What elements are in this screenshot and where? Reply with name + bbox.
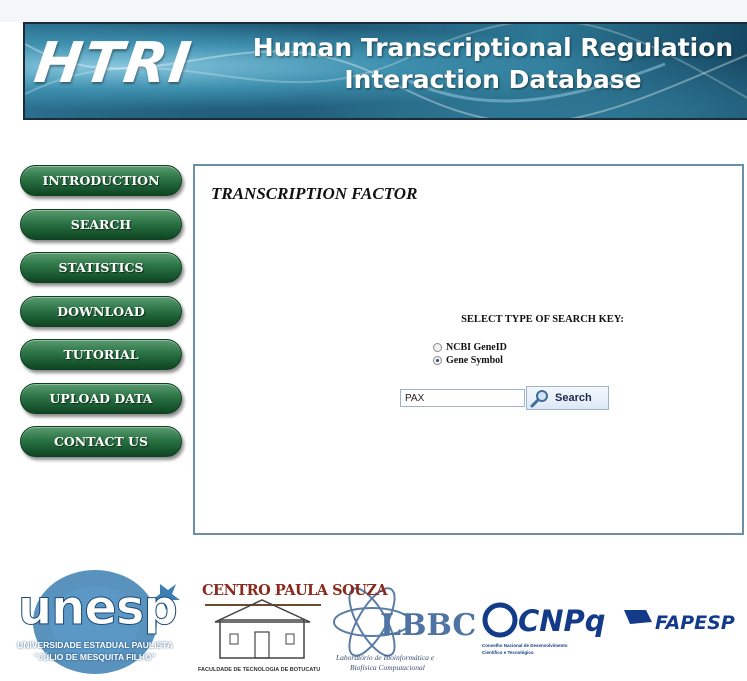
site-title: Human Transcriptional Regulation Interac…	[252, 33, 734, 94]
option-label: Gene Symbol	[446, 355, 503, 366]
sidebar-nav: INTRODUCTION SEARCH STATISTICS DOWNLOAD …	[20, 165, 184, 470]
nav-download-button[interactable]: DOWNLOAD	[20, 295, 182, 327]
nav-contact-us-button[interactable]: CONTACT US	[20, 426, 182, 457]
radio-ncbi-geneid[interactable]	[433, 343, 442, 352]
fapesp-logo: FAPESP	[655, 612, 735, 634]
cnpq-sub2: Científico e Tecnológico	[482, 650, 534, 655]
nav-introduction-button[interactable]: INTRODUCTION	[20, 165, 182, 196]
option-ncbi-geneid[interactable]: NCBI GeneID	[433, 342, 507, 353]
unesp-name-line2: "JÚLIO DE MESQUITA FILHO"	[34, 652, 156, 662]
cnpq-sub1: Conselho Nacional de Desenvolvimento	[482, 643, 568, 648]
radio-gene-symbol[interactable]	[433, 356, 442, 365]
search-key-label: SELECT TYPE OF SEARCH KEY:	[461, 314, 624, 325]
magnifier-icon	[530, 390, 548, 408]
htri-logo[interactable]: HTRI	[31, 31, 197, 96]
option-gene-symbol[interactable]: Gene Symbol	[433, 355, 503, 366]
sponsor-footer: unesp UNIVERSIDADE ESTADUAL PAULISTA "JÚ…	[0, 560, 747, 681]
search-button[interactable]: Search	[526, 386, 609, 410]
centro-paula-souza-logo: CENTRO PAULA SOUZA	[202, 582, 388, 599]
fatec-caption: FACULDADE DE TECNOLOGIA DE BOTUCATU	[198, 667, 321, 673]
search-button-label: Search	[555, 392, 592, 404]
nav-statistics-button[interactable]: STATISTICS	[20, 252, 182, 283]
page-title: TRANSCRIPTION FACTOR	[211, 184, 418, 203]
option-label: NCBI GeneID	[446, 342, 507, 353]
unesp-logo-text: unesp	[18, 580, 179, 637]
nav-search-button[interactable]: SEARCH	[20, 208, 182, 240]
main-panel: TRANSCRIPTION FACTOR SELECT TYPE OF SEAR…	[193, 164, 744, 535]
lbbc-sub1: Laboratório de Bioinformática e	[336, 653, 435, 662]
lbbc-sub2: Biofísica Computacional	[350, 663, 425, 672]
search-input[interactable]	[400, 389, 525, 407]
header-banner: HTRI Human Transcriptional Regulation In…	[23, 22, 747, 120]
top-strip	[0, 0, 747, 22]
lbbc-logo: LBBC	[380, 608, 477, 643]
nav-tutorial-button[interactable]: TUTORIAL	[20, 339, 182, 370]
cnpq-logo: CNPq	[518, 604, 606, 638]
nav-upload-data-button[interactable]: UPLOAD DATA	[20, 382, 182, 414]
unesp-name-line1: UNIVERSIDADE ESTADUAL PAULISTA	[17, 640, 173, 650]
